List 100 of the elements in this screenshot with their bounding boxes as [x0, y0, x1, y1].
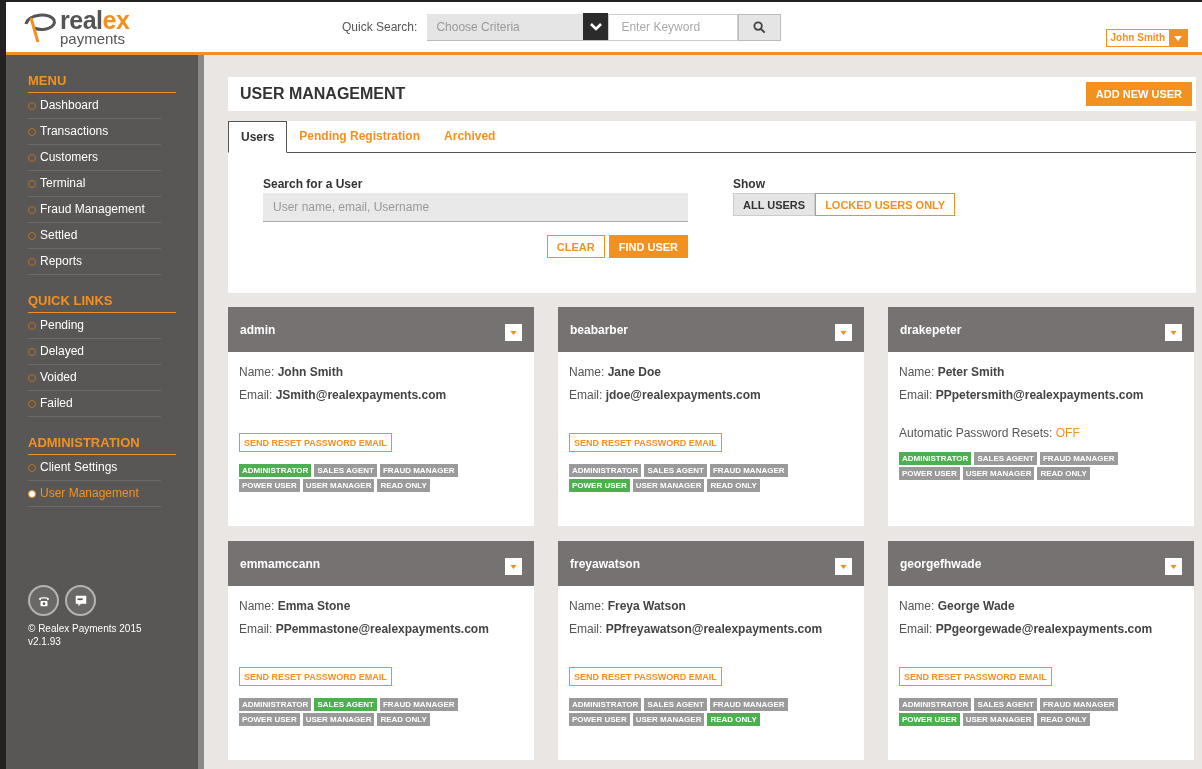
role-tag: ADMINISTRATOR: [239, 464, 312, 477]
role-tag: USER MANAGER: [962, 713, 1035, 726]
name-text: Name: George Wade: [899, 599, 1016, 613]
sidebar-item[interactable]: Transactions: [28, 119, 161, 145]
sidebar-item[interactable]: Fraud Management: [28, 197, 161, 223]
sidebar-item[interactable]: Delayed: [28, 339, 161, 365]
role-tag: SALES AGENT: [974, 698, 1037, 711]
sidebar-item[interactable]: Failed: [28, 391, 161, 417]
sidebar-item[interactable]: Customers: [28, 145, 161, 171]
role-tag: POWER USER: [899, 467, 960, 480]
auto-reset-label: Automatic Password Resets:: [899, 426, 1053, 440]
role-tag: SALES AGENT: [644, 698, 707, 711]
logo-text: ex: [102, 6, 130, 34]
logo-subtitle: payments: [60, 31, 127, 46]
email-text: Email: PPemmastone@realexpayments.com: [239, 622, 490, 636]
logo-text: real: [60, 6, 103, 34]
role-tag: SALES AGENT: [644, 464, 707, 477]
sidebar-item[interactable]: Voided: [28, 365, 161, 391]
username: drakepeter: [900, 322, 962, 337]
role-tag: READ ONLY: [377, 479, 430, 492]
card-menu-button[interactable]: [505, 324, 522, 341]
username: freyawatson: [570, 556, 641, 571]
tab[interactable]: Users: [228, 121, 288, 153]
user-search-field[interactable]: User name, email, Username: [263, 193, 688, 222]
search-label: Search for a User: [263, 177, 364, 191]
role-tag: FRAUD MANAGER: [380, 464, 458, 477]
keyword-field[interactable]: Enter Keyword: [608, 13, 739, 41]
caret-icon: [840, 330, 847, 335]
role-tag: ADMINISTRATOR: [899, 452, 972, 465]
role-tag: USER MANAGER: [632, 713, 705, 726]
username: admin: [240, 322, 276, 337]
search-icon: [753, 20, 767, 34]
copyright-text: © Realex Payments 2015: [28, 622, 143, 635]
sidebar-item[interactable]: Terminal: [28, 171, 161, 197]
role-tag: ADMINISTRATOR: [569, 698, 642, 711]
sidebar-heading: ADMINISTRATION: [28, 435, 176, 455]
role-tag: ADMINISTRATOR: [569, 464, 642, 477]
caret-icon: [510, 330, 517, 335]
role-tag: READ ONLY: [707, 713, 760, 726]
role-tag: USER MANAGER: [632, 479, 705, 492]
name-text: Name: Emma Stone: [239, 599, 352, 613]
email-text: Email: PPfreyawatson@realexpayments.com: [569, 622, 824, 636]
name-text: Name: Jane Doe: [569, 365, 663, 379]
phone-icon[interactable]: [28, 585, 59, 616]
sidebar-item[interactable]: Client Settings: [28, 455, 161, 481]
card-menu-button[interactable]: [1165, 324, 1182, 341]
card-menu-button[interactable]: [835, 558, 852, 575]
role-tag: FRAUD MANAGER: [380, 698, 458, 711]
card-menu-button[interactable]: [835, 324, 852, 341]
email-text: Email: PPgeorgewade@realexpayments.com: [899, 622, 1154, 636]
card-menu-button[interactable]: [505, 558, 522, 575]
quick-search-label: Quick Search:: [342, 20, 418, 34]
role-tag: POWER USER: [569, 713, 630, 726]
role-tag: READ ONLY: [1037, 713, 1090, 726]
show-label: Show: [733, 177, 766, 191]
sidebar-item[interactable]: Settled: [28, 223, 161, 249]
role-tag: FRAUD MANAGER: [1040, 698, 1118, 711]
caret-icon: [510, 564, 517, 569]
role-tag: SALES AGENT: [314, 464, 377, 477]
sidebar-item[interactable]: Pending: [28, 313, 161, 339]
name-text: Name: John Smith: [239, 365, 345, 379]
chevron-down-icon: [583, 13, 609, 40]
role-tag: POWER USER: [899, 713, 960, 726]
version-text: v2.1.93: [28, 635, 62, 648]
role-tag: POWER USER: [239, 713, 300, 726]
username: beabarber: [570, 322, 629, 337]
search-button[interactable]: [738, 13, 782, 41]
role-tag: ADMINISTRATOR: [239, 698, 312, 711]
name-text: Name: Peter Smith: [899, 365, 1006, 379]
chat-icon[interactable]: [65, 585, 96, 616]
sidebar-item[interactable]: Dashboard: [28, 93, 161, 119]
sidebar-item[interactable]: Reports: [28, 249, 161, 275]
email-text: Email: jdoe@realexpayments.com: [569, 388, 762, 402]
role-tag: USER MANAGER: [302, 479, 375, 492]
role-tag: SALES AGENT: [314, 698, 377, 711]
email-text: Email: PPpetersmith@realexpayments.com: [899, 388, 1145, 402]
username: emmamccann: [240, 556, 321, 571]
role-tag: READ ONLY: [707, 479, 760, 492]
caret-icon: [1170, 564, 1177, 569]
filter-toggle[interactable]: ALL USERS: [733, 193, 816, 216]
name-text: Name: Freya Watson: [569, 599, 687, 613]
caret-icon: [840, 564, 847, 569]
email-text: Email: JSmith@realexpayments.com: [239, 388, 448, 402]
username: georgefhwade: [900, 556, 982, 571]
role-tag: FRAUD MANAGER: [1040, 452, 1118, 465]
sidebar-heading: QUICK LINKS: [28, 293, 176, 313]
role-tag: ADMINISTRATOR: [899, 698, 972, 711]
circle-icon: [28, 489, 36, 498]
role-tag: USER MANAGER: [302, 713, 375, 726]
caret-icon: [1170, 330, 1177, 335]
auto-reset-value: OFF: [1055, 426, 1080, 440]
page-title: USER MANAGEMENT: [240, 85, 406, 103]
role-tag: POWER USER: [239, 479, 300, 492]
role-tag: READ ONLY: [377, 713, 430, 726]
role-tag: USER MANAGER: [962, 467, 1035, 480]
role-tag: POWER USER: [569, 479, 630, 492]
sidebar-heading: MENU: [28, 73, 176, 93]
role-tag: SALES AGENT: [974, 452, 1037, 465]
card-menu-button[interactable]: [1165, 558, 1182, 575]
role-tag: FRAUD MANAGER: [710, 698, 788, 711]
